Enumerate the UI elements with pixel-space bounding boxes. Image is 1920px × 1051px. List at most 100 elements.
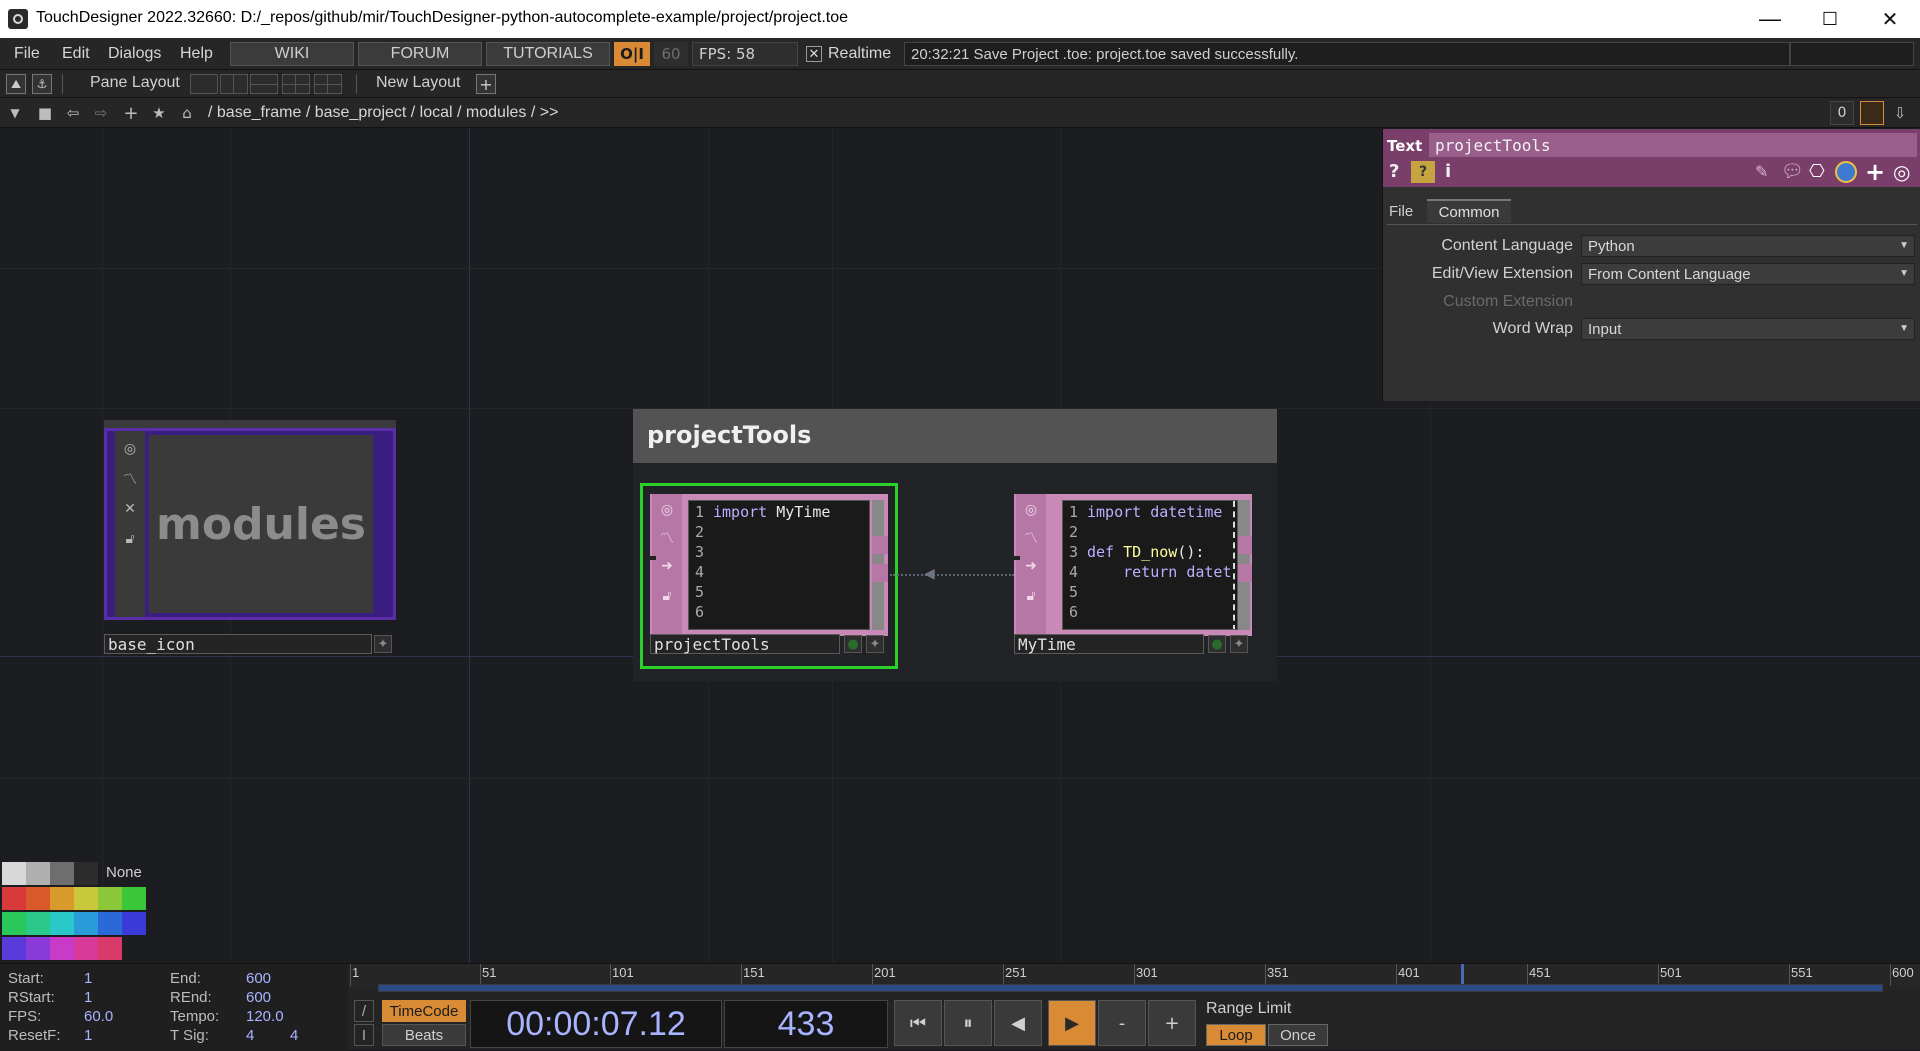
step-minus-button[interactable]: - [1098, 1000, 1146, 1046]
color-swatch[interactable] [26, 912, 50, 935]
realtime-checkbox[interactable]: ✕ [806, 46, 822, 62]
back-arrow-icon[interactable]: ⇦ [62, 103, 84, 123]
fps-cap-button[interactable]: 60 [654, 42, 688, 66]
output-connector[interactable] [1238, 564, 1252, 582]
layout-three-pane-button[interactable] [282, 74, 310, 94]
annotation-header[interactable]: projectTools [633, 409, 1277, 463]
color-swatch[interactable] [2, 937, 26, 960]
lock-icon[interactable]: 🔓︎ [120, 529, 140, 549]
resetf-value[interactable]: 1 [84, 1027, 92, 1044]
rstart-value[interactable]: 1 [84, 989, 92, 1006]
input-connector[interactable] [648, 556, 656, 560]
playhead[interactable] [1460, 964, 1464, 986]
render-flag-icon[interactable]: 〽 [120, 469, 140, 489]
step-back-icon[interactable]: ◀ [994, 1000, 1042, 1046]
color-swatch[interactable] [2, 862, 26, 885]
color-swatch[interactable] [50, 937, 74, 960]
i-toggle-button[interactable]: I [354, 1024, 374, 1046]
close-button[interactable]: ✕ [1860, 0, 1920, 38]
color-swatch[interactable] [74, 887, 98, 910]
input-connector[interactable] [1012, 556, 1020, 560]
color-swatch[interactable] [50, 887, 74, 910]
color-swatch[interactable] [122, 912, 146, 935]
home-icon[interactable]: ⌂ [176, 103, 198, 123]
viewer-toggle-icon[interactable]: ◎ [120, 439, 140, 459]
color-swatch[interactable] [98, 912, 122, 935]
play-icon[interactable]: ▶ [1048, 1000, 1096, 1046]
render-flag-icon[interactable]: 〽 [657, 528, 677, 548]
output-connector[interactable] [872, 536, 888, 554]
network-path-breadcrumb[interactable]: / base_frame / base_project / local / mo… [208, 104, 558, 122]
output-connector[interactable] [1238, 536, 1252, 554]
add-parameter-icon[interactable]: + [1865, 158, 1885, 186]
forward-arrow-icon[interactable]: ⇨ [90, 103, 112, 123]
menu-file[interactable]: File [14, 45, 40, 63]
pause-icon[interactable]: ⏸︎ [944, 1000, 992, 1046]
my-time-name-label[interactable]: MyTime [1014, 634, 1204, 654]
param-word-wrap-select[interactable]: Input ▼ [1581, 318, 1915, 340]
new-layout-add-button[interactable]: + [476, 74, 496, 94]
pane-image-icon[interactable]: ⛰ [6, 74, 26, 94]
oi-toggle-button[interactable]: O|I [614, 42, 650, 66]
palette-none-label[interactable]: None [106, 864, 142, 881]
base-icon-node[interactable]: ◎ 〽 ✕ 🔓︎ modules [104, 420, 396, 620]
python-help-icon[interactable]: ? [1411, 161, 1435, 183]
import-arrow-icon[interactable]: ⇩ [1888, 101, 1912, 125]
viewer-target-icon[interactable]: ◎ [1893, 160, 1910, 184]
layout-four-pane-button[interactable] [314, 74, 342, 94]
wiki-button[interactable]: WIKI [230, 42, 354, 66]
output-connector[interactable] [872, 564, 888, 582]
pane-menu-dropdown-icon[interactable]: ▼ [4, 103, 26, 123]
menu-help[interactable]: Help [180, 45, 213, 63]
beats-toggle[interactable]: Beats [382, 1024, 466, 1046]
tab-file[interactable]: File [1389, 203, 1413, 220]
node-green-dot-icon[interactable]: ● [1208, 635, 1226, 653]
menu-edit[interactable]: Edit [62, 45, 90, 63]
lock-icon[interactable]: 🔓︎ [1021, 586, 1041, 606]
timecode-display[interactable]: 00:00:07.12 [470, 1000, 722, 1048]
viewer-toggle-icon[interactable]: ◎ [657, 500, 677, 520]
tempo-value[interactable]: 120.0 [246, 1008, 284, 1025]
param-content-language-select[interactable]: Python ▼ [1581, 235, 1915, 257]
color-swatch[interactable] [98, 887, 122, 910]
tsig-denominator[interactable]: 4 [290, 1027, 298, 1044]
color-swatch[interactable] [26, 937, 50, 960]
forum-button[interactable]: FORUM [358, 42, 482, 66]
range-bar[interactable] [378, 984, 1883, 992]
color-swatch[interactable] [98, 937, 122, 960]
param-edit-view-extension-select[interactable]: From Content Language ▼ [1581, 263, 1915, 285]
end-value[interactable]: 600 [246, 970, 271, 987]
step-plus-button[interactable]: + [1148, 1000, 1196, 1046]
clone-arrow-icon[interactable]: ➜ [657, 556, 677, 576]
bookmark-star-icon[interactable]: ★ [148, 103, 170, 123]
node-green-dot-icon[interactable]: ● [844, 635, 862, 653]
timecode-toggle[interactable]: TimeCode [382, 1000, 466, 1022]
project-tools-node[interactable]: ◎ 〽 ➜ 🔓︎ 1 import MyTime 2 3 4 5 6 [648, 494, 888, 636]
node-add-icon[interactable]: ✦ [866, 635, 884, 653]
render-flag-icon[interactable]: 〽 [1021, 528, 1041, 548]
loop-toggle[interactable]: Loop [1206, 1024, 1266, 1046]
comment-bubble-icon[interactable]: 💬︎ [1781, 161, 1804, 182]
base-icon-name-label[interactable]: base_icon [104, 634, 372, 654]
project-tools-name-label[interactable]: projectTools [650, 634, 840, 654]
node-add-icon[interactable]: ✦ [1230, 635, 1248, 653]
clone-arrow-icon[interactable]: ➜ [1021, 556, 1041, 576]
stop-icon[interactable]: ■ [34, 103, 56, 123]
tsig-numerator[interactable]: 4 [246, 1027, 254, 1044]
color-swatch[interactable] [122, 887, 146, 910]
pane-window-toggle-icon[interactable] [1860, 101, 1884, 125]
bypass-icon[interactable]: ✕ [120, 499, 140, 519]
info-icon[interactable]: i [1445, 161, 1451, 182]
rewind-to-start-icon[interactable]: ⏮︎ [894, 1000, 942, 1046]
rend-value[interactable]: 600 [246, 989, 271, 1006]
color-swatch[interactable] [26, 887, 50, 910]
color-swatch[interactable] [2, 912, 26, 935]
layout-split-vertical-button[interactable] [220, 74, 248, 94]
help-icon[interactable]: ? [1389, 161, 1399, 182]
color-swatch[interactable] [2, 887, 26, 910]
layout-split-horizontal-button[interactable] [250, 74, 278, 94]
color-swatch[interactable] [74, 862, 98, 885]
timeline-ruler[interactable]: 1 51 101 151 201 251 301 351 401 451 501… [350, 964, 1920, 986]
minimize-button[interactable]: — [1740, 0, 1800, 38]
edit-pencil-icon[interactable]: ✎ [1755, 162, 1768, 181]
